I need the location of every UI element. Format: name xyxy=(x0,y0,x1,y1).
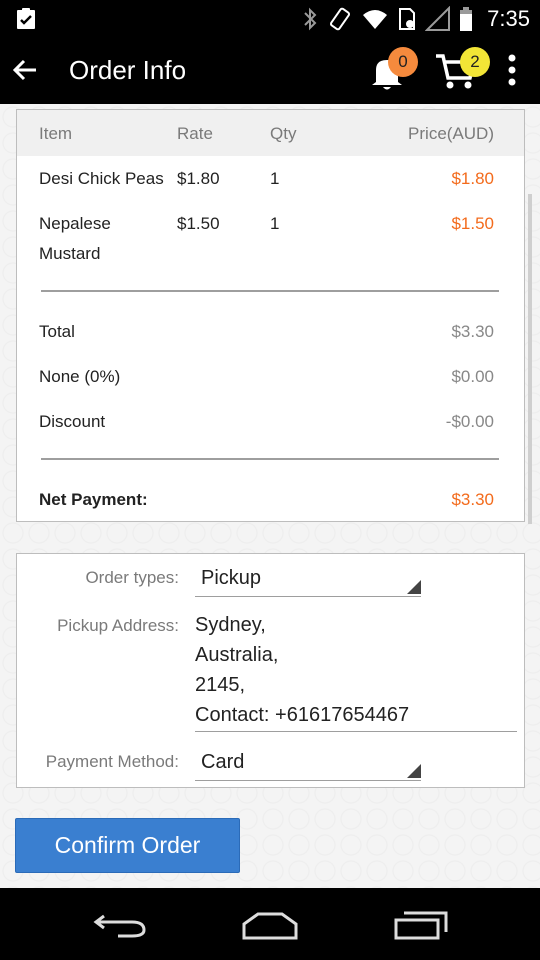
row-qty: 1 xyxy=(270,169,280,188)
row-qty: 1 xyxy=(270,214,280,233)
home-nav-icon[interactable] xyxy=(240,910,300,940)
row-price: $1.80 xyxy=(451,169,494,188)
order-type-select[interactable]: Pickup xyxy=(195,559,421,597)
select-underline xyxy=(195,780,421,781)
row-rate: $1.80 xyxy=(177,169,220,188)
signal-icon xyxy=(425,6,451,31)
system-nav-bar xyxy=(0,888,540,960)
order-summary-card: Item Rate Qty Price(AUD) Desi Chick Peas… xyxy=(16,109,525,522)
scrollbar[interactable] xyxy=(528,194,532,524)
net-payment-label: Net Payment: xyxy=(39,490,148,509)
net-payment-value: $3.30 xyxy=(451,490,494,509)
row-item-name: Nepalese xyxy=(39,214,111,233)
order-details-card: Order types: Pickup Pickup Address: Sydn… xyxy=(16,553,525,788)
battery-icon xyxy=(460,7,473,31)
bluetooth-icon xyxy=(304,7,317,31)
divider xyxy=(41,290,499,292)
field-underline xyxy=(195,731,517,732)
divider xyxy=(41,458,499,460)
dropdown-arrow-icon xyxy=(407,580,421,594)
status-time: 7:35 xyxy=(487,6,530,31)
order-type-label: Order types: xyxy=(85,568,179,587)
vibrate-icon xyxy=(330,7,351,31)
notification-count-badge: 0 xyxy=(388,47,418,77)
cart-count-badge: 2 xyxy=(460,47,490,77)
address-line: Sydney, xyxy=(195,614,266,636)
back-nav-icon[interactable] xyxy=(92,910,148,940)
tax-label: None (0%) xyxy=(39,367,121,386)
row-item-name-cont: Mustard xyxy=(39,244,101,263)
discount-label: Discount xyxy=(39,412,106,431)
payment-method-select[interactable]: Card xyxy=(195,743,421,781)
total-label: Total xyxy=(39,322,75,341)
order-type-value: Pickup xyxy=(201,567,262,589)
order-table-header: Item Rate Qty Price(AUD) xyxy=(17,110,524,156)
address-line: Contact: +61617654467 xyxy=(195,704,410,726)
page-title: Order Info xyxy=(69,55,187,85)
pickup-address-label: Pickup Address: xyxy=(57,616,179,635)
payment-method-value: Card xyxy=(201,751,245,773)
column-item: Item xyxy=(39,124,73,143)
row-rate: $1.50 xyxy=(177,214,220,233)
sim-icon xyxy=(399,8,416,30)
row-price: $1.50 xyxy=(451,214,494,233)
tax-value: $0.00 xyxy=(451,367,494,386)
payment-method-label: Payment Method: xyxy=(45,752,179,771)
recents-nav-icon[interactable] xyxy=(392,908,450,942)
column-rate: Rate xyxy=(177,124,213,143)
status-bar: 7:35 xyxy=(0,0,540,38)
overflow-menu-icon[interactable] xyxy=(505,52,519,88)
column-price: Price(AUD) xyxy=(408,124,494,143)
app-bar: Order Info 0 2 xyxy=(0,38,540,104)
column-qty: Qty xyxy=(270,124,297,143)
address-line: 2145, xyxy=(195,674,246,696)
address-line: Australia, xyxy=(195,644,279,666)
wifi-icon xyxy=(363,10,388,29)
select-underline xyxy=(195,596,421,597)
pickup-address-field[interactable]: Sydney, Australia, 2145, Contact: +61617… xyxy=(195,612,517,732)
confirm-order-button[interactable]: Confirm Order xyxy=(15,818,240,873)
content-area: Item Rate Qty Price(AUD) Desi Chick Peas… xyxy=(0,104,540,888)
back-arrow-icon[interactable] xyxy=(10,55,40,85)
discount-value: -$0.00 xyxy=(445,412,494,431)
row-item-name: Desi Chick Peas xyxy=(39,169,164,188)
clipboard-check-icon xyxy=(17,8,35,29)
dropdown-arrow-icon xyxy=(407,764,421,778)
total-value: $3.30 xyxy=(451,322,494,341)
